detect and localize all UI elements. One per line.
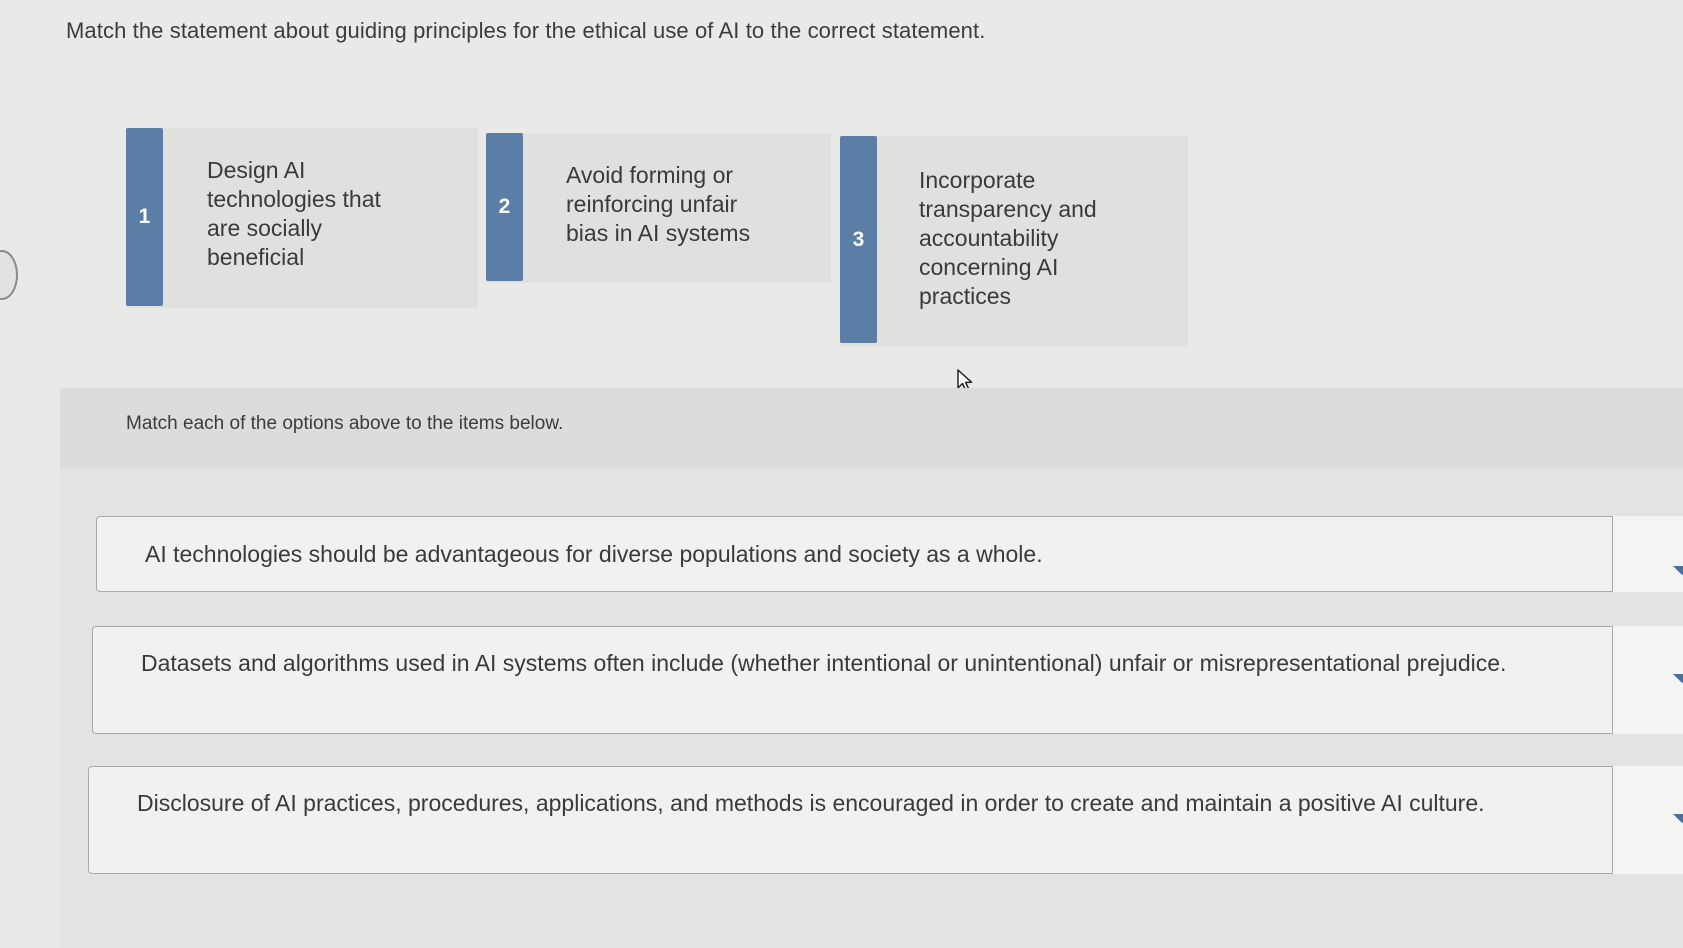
question-prompt: Match the statement about guiding princi… — [66, 18, 986, 43]
match-item-text: Datasets and algorithms used in AI syste… — [141, 650, 1507, 676]
match-item-2[interactable]: Datasets and algorithms used in AI syste… — [92, 626, 1683, 734]
answer-dropdown[interactable] — [1612, 516, 1683, 592]
option-text: Design AI technologies that are socially… — [207, 157, 381, 270]
instruction-text: Match each of the options above to the i… — [126, 413, 564, 434]
option-text: Avoid forming or reinforcing unfair bias… — [566, 162, 751, 246]
option-number-badge: 3 — [840, 136, 877, 343]
chevron-down-icon — [1673, 814, 1683, 823]
side-collapse-handle[interactable] — [0, 250, 18, 300]
match-item-3[interactable]: Disclosure of AI practices, procedures, … — [88, 766, 1683, 874]
option-number-badge: 1 — [126, 128, 163, 306]
option-card-2[interactable]: 2 Avoid forming or reinforcing unfair bi… — [486, 133, 831, 283]
chevron-down-icon — [1673, 566, 1683, 575]
option-number-badge: 2 — [486, 133, 523, 281]
chevron-down-icon — [1673, 674, 1683, 683]
option-card-1[interactable]: 1 Design AI technologies that are social… — [126, 128, 478, 308]
option-text: Incorporate transparency and accountabil… — [919, 167, 1097, 309]
match-item-1[interactable]: AI technologies should be advantageous f… — [96, 516, 1683, 592]
match-item-text: Disclosure of AI practices, procedures, … — [137, 790, 1485, 816]
option-card-3[interactable]: 3 Incorporate transparency and accountab… — [840, 136, 1188, 346]
answer-dropdown[interactable] — [1612, 766, 1683, 874]
match-item-text: AI technologies should be advantageous f… — [145, 541, 1043, 567]
answer-dropdown[interactable] — [1612, 626, 1683, 734]
